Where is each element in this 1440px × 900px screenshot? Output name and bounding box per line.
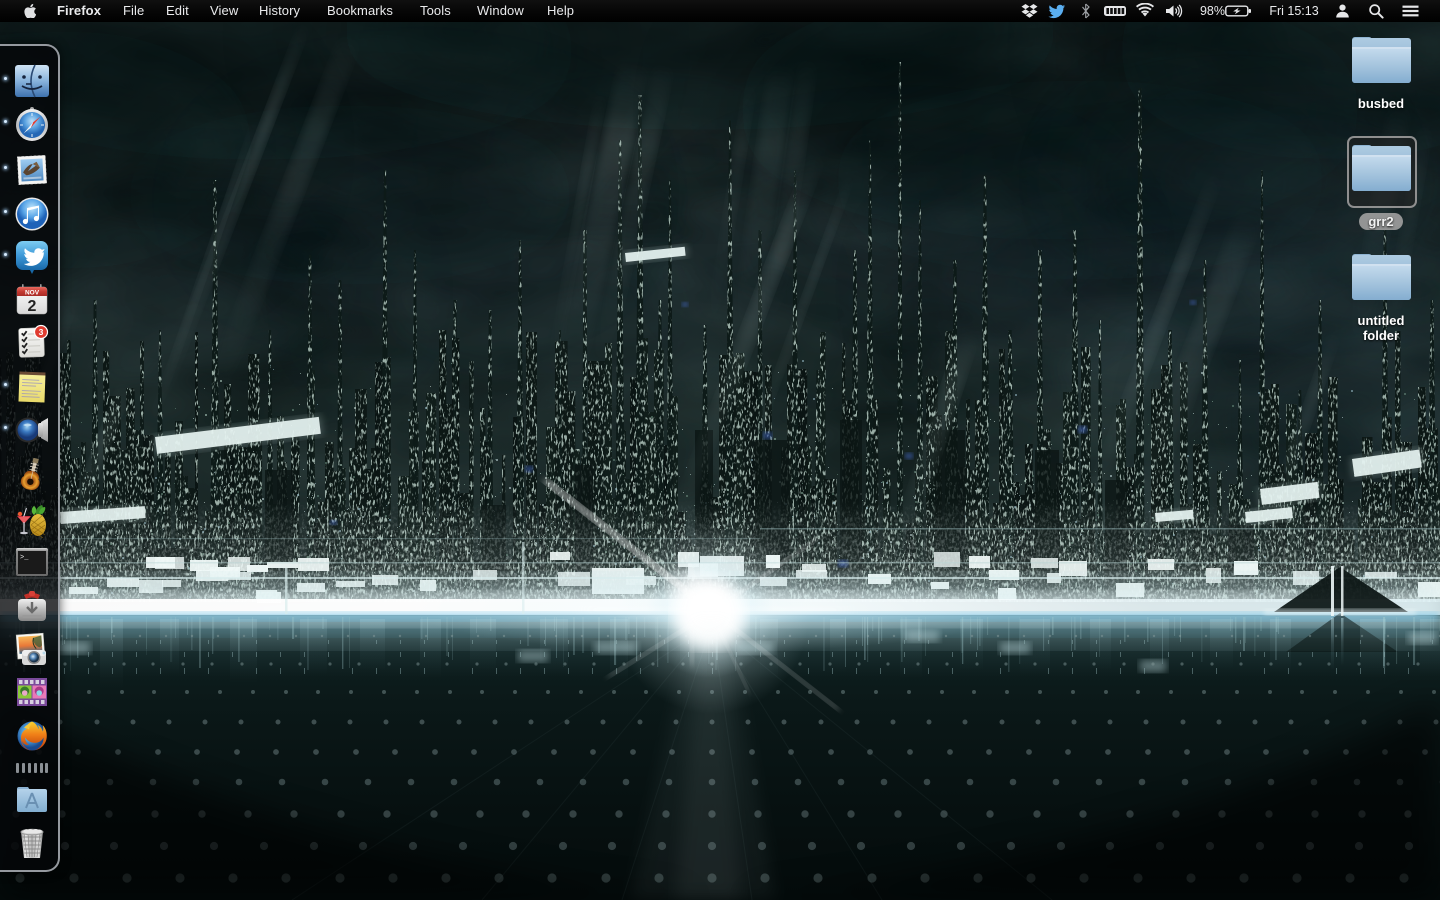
svg-text:>_: >_: [20, 554, 29, 562]
svg-text:NOV: NOV: [25, 290, 40, 297]
svg-text:2: 2: [28, 298, 37, 315]
svg-text:3: 3: [39, 327, 44, 337]
